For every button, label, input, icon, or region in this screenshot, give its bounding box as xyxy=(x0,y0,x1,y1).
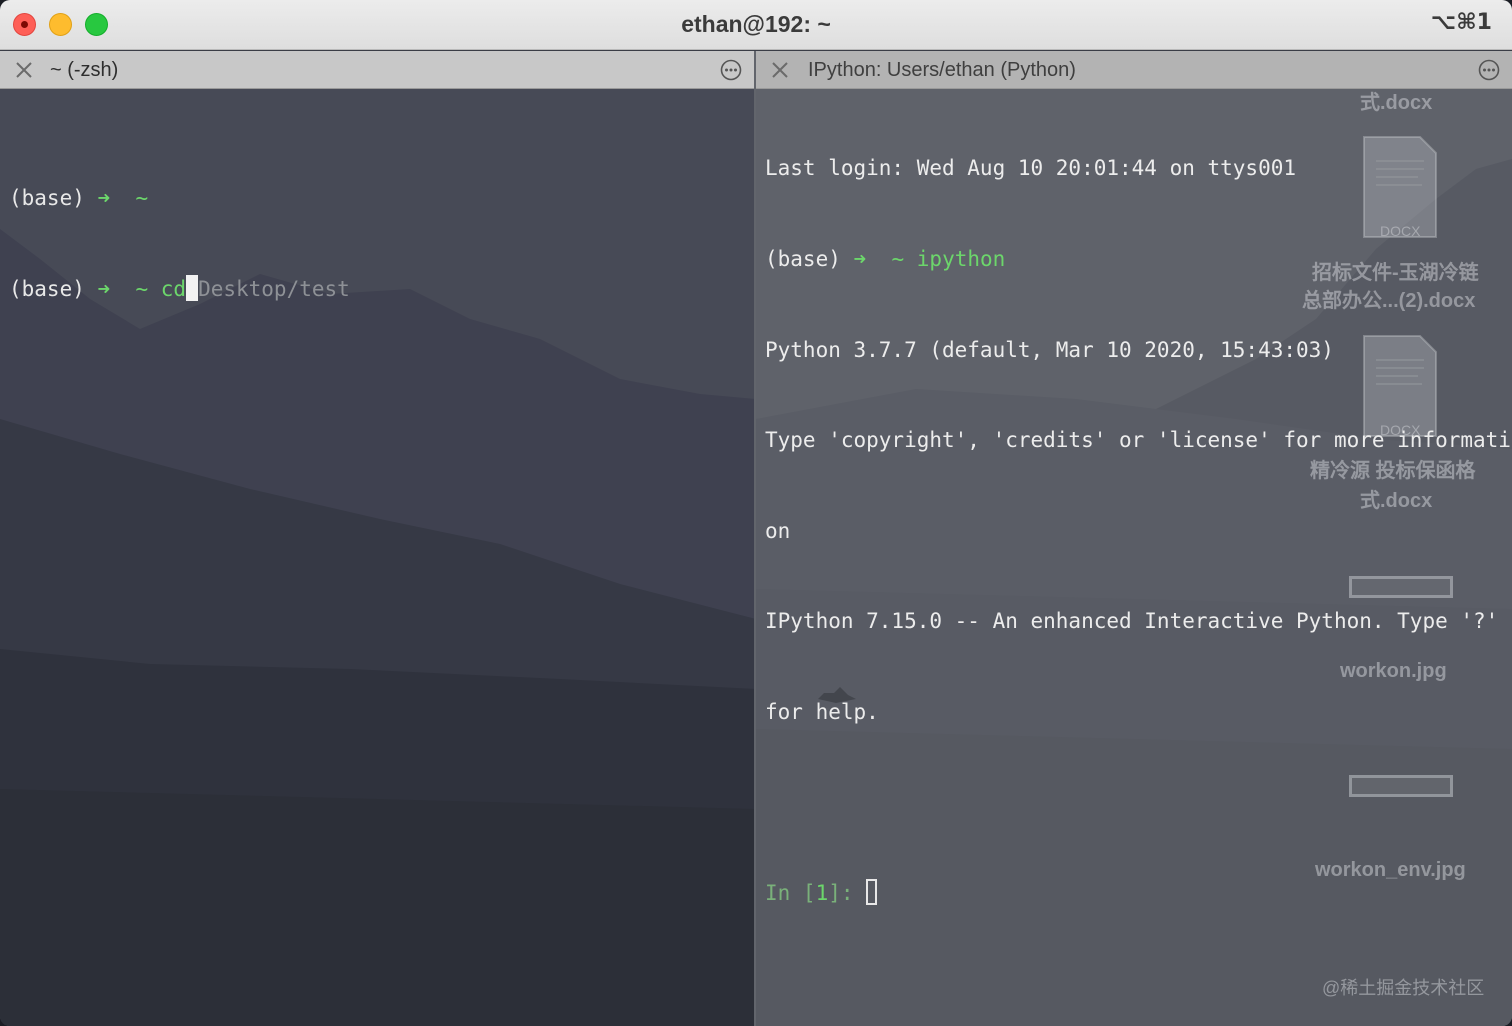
terminal-line: (base) ➜ ~ xyxy=(9,183,350,213)
autosuggestion-text: Desktop/test xyxy=(198,277,350,301)
ipython-output[interactable]: Last login: Wed Aug 10 20:01:44 on ttys0… xyxy=(765,93,1511,969)
terminal-line: on xyxy=(765,518,791,543)
text-cursor xyxy=(866,879,878,906)
left-split-pane[interactable]: ~ (-zsh) (base) ➜ ~ (base) ➜ ~ cd Desktop… xyxy=(0,51,754,1026)
terminal-line: Type 'copyright', 'credits' or 'license'… xyxy=(765,428,1511,453)
right-terminal-content[interactable]: 式.docx DOCX 招标文件-玉湖冷链 总部办公...(2).docx DO… xyxy=(756,89,1512,1026)
watermark-text: @稀土掘金技术社区 xyxy=(1322,978,1485,998)
conda-env-label: (base) xyxy=(9,277,85,301)
conda-env-label: (base) xyxy=(9,186,85,211)
title-bar[interactable]: ethan@192: ~ ⌥⌘1 xyxy=(0,0,1512,50)
terminal-line: for help. xyxy=(765,699,879,724)
text-cursor xyxy=(186,275,199,301)
prompt-arrow-icon: ➜ xyxy=(97,277,111,301)
in-prompt-label: ]: xyxy=(828,881,867,906)
left-pane-title: ~ (-zsh) xyxy=(50,59,119,81)
more-options-icon[interactable] xyxy=(1478,59,1500,81)
typed-command: cd xyxy=(160,277,187,301)
current-directory: ~ xyxy=(891,247,905,271)
close-icon[interactable] xyxy=(14,60,34,80)
window-title: ethan@192: ~ xyxy=(681,11,831,37)
right-pane-title: IPython: Users/ethan (Python) xyxy=(808,59,1076,81)
conda-env-label: (base) xyxy=(765,247,841,271)
in-prompt-label: In [ xyxy=(765,881,816,906)
right-split-pane[interactable]: IPython: Users/ethan (Python) 式.docx DOC… xyxy=(756,51,1512,1026)
zsh-output[interactable]: (base) ➜ ~ (base) ➜ ~ cd Desktop/test xyxy=(9,123,350,365)
prompt-arrow-icon: ➜ xyxy=(853,247,867,271)
terminal-line: Last login: Wed Aug 10 20:01:44 on ttys0… xyxy=(765,156,1297,181)
terminal-line: IPython 7.15.0 -- An enhanced Interactiv… xyxy=(765,609,1499,634)
left-terminal-content[interactable]: (base) ➜ ~ (base) ➜ ~ cd Desktop/test xyxy=(0,89,754,1026)
left-pane-tab-bar[interactable]: ~ (-zsh) xyxy=(0,51,754,89)
terminal-line: (base) ➜ ~ ipython xyxy=(765,244,1511,274)
terminal-line: Python 3.7.7 (default, Mar 10 2020, 15:4… xyxy=(765,337,1334,362)
prompt-arrow-icon: ➜ xyxy=(97,186,111,211)
right-pane-tab-bar[interactable]: IPython: Users/ethan (Python) xyxy=(756,51,1512,89)
terminal-window: ethan@192: ~ ⌥⌘1 ~ (-zsh) (base) ➜ ~ (ba… xyxy=(0,0,1512,1026)
terminal-line: (base) ➜ ~ cd Desktop/test xyxy=(9,274,350,304)
current-directory: ~ xyxy=(135,277,149,301)
close-icon[interactable] xyxy=(770,60,790,80)
more-options-icon[interactable] xyxy=(720,59,742,81)
in-prompt-number: 1 xyxy=(815,881,829,906)
ipython-input-prompt[interactable]: In [1]: xyxy=(765,878,1511,908)
current-directory: ~ xyxy=(135,186,149,211)
window-shortcut-label: ⌥⌘1 xyxy=(1430,10,1492,35)
typed-command: ipython xyxy=(916,247,1006,271)
